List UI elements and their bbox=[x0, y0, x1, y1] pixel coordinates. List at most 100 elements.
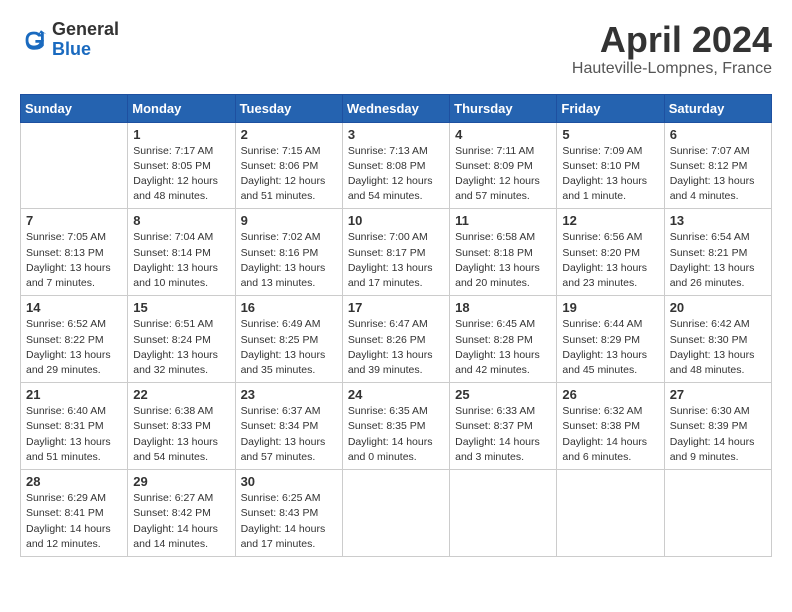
table-row: 23Sunrise: 6:37 AM Sunset: 8:34 PM Dayli… bbox=[235, 383, 342, 470]
title-area: April 2024 Hauteville-Lompnes, France bbox=[572, 20, 772, 78]
day-number: 8 bbox=[133, 213, 229, 228]
location-title: Hauteville-Lompnes, France bbox=[572, 60, 772, 78]
day-info: Sunrise: 6:52 AM Sunset: 8:22 PM Dayligh… bbox=[26, 317, 122, 378]
header: General Blue April 2024 Hauteville-Lompn… bbox=[20, 20, 772, 78]
day-number: 28 bbox=[26, 474, 122, 489]
day-info: Sunrise: 6:51 AM Sunset: 8:24 PM Dayligh… bbox=[133, 317, 229, 378]
day-info: Sunrise: 6:29 AM Sunset: 8:41 PM Dayligh… bbox=[26, 491, 122, 552]
day-number: 26 bbox=[562, 387, 658, 402]
day-number: 22 bbox=[133, 387, 229, 402]
table-row: 5 Sunrise: 7:09 AM Sunset: 8:10 PM Daylig… bbox=[557, 122, 664, 209]
col-thursday: Thursday bbox=[450, 94, 557, 122]
table-row: 22 Sunrise: 6:38 AM Sunset: 8:33 PM Dayli… bbox=[128, 383, 235, 470]
col-tuesday: Tuesday bbox=[235, 94, 342, 122]
day-number: 20 bbox=[670, 300, 766, 315]
table-row: 30 Sunrise: 6:25 AM Sunset: 8:43 PM Dayli… bbox=[235, 470, 342, 557]
col-saturday: Saturday bbox=[664, 94, 771, 122]
day-info: Sunrise: 6:47 AM Sunset: 8:26 PM Dayligh… bbox=[348, 317, 444, 378]
day-number: 30 bbox=[241, 474, 337, 489]
table-row: 27 Sunrise: 6:30 AM Sunset: 8:39 PM Dayli… bbox=[664, 383, 771, 470]
table-row bbox=[21, 122, 128, 209]
day-number: 1 bbox=[133, 127, 229, 142]
day-info: Sunrise: 6:45 AM Sunset: 8:28 PM Dayligh… bbox=[455, 317, 551, 378]
table-row: 15Sunrise: 6:51 AM Sunset: 8:24 PM Dayli… bbox=[128, 296, 235, 383]
table-row: 17 Sunrise: 6:47 AM Sunset: 8:26 PM Dayli… bbox=[342, 296, 449, 383]
table-row: 4Sunrise: 7:11 AM Sunset: 8:09 PM Daylig… bbox=[450, 122, 557, 209]
day-number: 6 bbox=[670, 127, 766, 142]
logo-icon bbox=[20, 26, 48, 54]
day-number: 7 bbox=[26, 213, 122, 228]
table-row: 8 Sunrise: 7:04 AM Sunset: 8:14 PM Daylig… bbox=[128, 209, 235, 296]
table-row bbox=[342, 470, 449, 557]
day-info: Sunrise: 7:13 AM Sunset: 8:08 PM Dayligh… bbox=[348, 144, 444, 205]
day-number: 25 bbox=[455, 387, 551, 402]
col-friday: Friday bbox=[557, 94, 664, 122]
day-info: Sunrise: 6:42 AM Sunset: 8:30 PM Dayligh… bbox=[670, 317, 766, 378]
calendar-week-row: 14 Sunrise: 6:52 AM Sunset: 8:22 PM Dayli… bbox=[21, 296, 772, 383]
table-row: 2 Sunrise: 7:15 AM Sunset: 8:06 PM Daylig… bbox=[235, 122, 342, 209]
day-number: 10 bbox=[348, 213, 444, 228]
table-row: 3 Sunrise: 7:13 AM Sunset: 8:08 PM Daylig… bbox=[342, 122, 449, 209]
day-number: 24 bbox=[348, 387, 444, 402]
day-number: 29 bbox=[133, 474, 229, 489]
table-row: 25 Sunrise: 6:33 AM Sunset: 8:37 PM Dayli… bbox=[450, 383, 557, 470]
day-number: 19 bbox=[562, 300, 658, 315]
day-number: 11 bbox=[455, 213, 551, 228]
day-number: 5 bbox=[562, 127, 658, 142]
table-row: 28 Sunrise: 6:29 AM Sunset: 8:41 PM Dayli… bbox=[21, 470, 128, 557]
col-sunday: Sunday bbox=[21, 94, 128, 122]
table-row: 10 Sunrise: 7:00 AM Sunset: 8:17 PM Dayli… bbox=[342, 209, 449, 296]
table-row: 16 Sunrise: 6:49 AM Sunset: 8:25 PM Dayli… bbox=[235, 296, 342, 383]
day-info: Sunrise: 7:07 AM Sunset: 8:12 PM Dayligh… bbox=[670, 144, 766, 205]
table-row: 6 Sunrise: 7:07 AM Sunset: 8:12 PM Daylig… bbox=[664, 122, 771, 209]
day-info: Sunrise: 7:17 AM Sunset: 8:05 PM Dayligh… bbox=[133, 144, 229, 205]
day-number: 3 bbox=[348, 127, 444, 142]
day-info: Sunrise: 7:15 AM Sunset: 8:06 PM Dayligh… bbox=[241, 144, 337, 205]
day-number: 27 bbox=[670, 387, 766, 402]
table-row: 14 Sunrise: 6:52 AM Sunset: 8:22 PM Dayli… bbox=[21, 296, 128, 383]
table-row: 18 Sunrise: 6:45 AM Sunset: 8:28 PM Dayli… bbox=[450, 296, 557, 383]
calendar-week-row: 28 Sunrise: 6:29 AM Sunset: 8:41 PM Dayli… bbox=[21, 470, 772, 557]
day-info: Sunrise: 7:05 AM Sunset: 8:13 PM Dayligh… bbox=[26, 230, 122, 291]
day-info: Sunrise: 6:35 AM Sunset: 8:35 PM Dayligh… bbox=[348, 404, 444, 465]
day-number: 4 bbox=[455, 127, 551, 142]
logo-blue: Blue bbox=[52, 39, 91, 59]
day-info: Sunrise: 7:00 AM Sunset: 8:17 PM Dayligh… bbox=[348, 230, 444, 291]
table-row: 12Sunrise: 6:56 AM Sunset: 8:20 PM Dayli… bbox=[557, 209, 664, 296]
table-row: 1 Sunrise: 7:17 AM Sunset: 8:05 PM Daylig… bbox=[128, 122, 235, 209]
col-wednesday: Wednesday bbox=[342, 94, 449, 122]
day-info: Sunrise: 6:25 AM Sunset: 8:43 PM Dayligh… bbox=[241, 491, 337, 552]
logo: General Blue bbox=[20, 20, 119, 60]
day-info: Sunrise: 6:54 AM Sunset: 8:21 PM Dayligh… bbox=[670, 230, 766, 291]
day-info: Sunrise: 6:30 AM Sunset: 8:39 PM Dayligh… bbox=[670, 404, 766, 465]
day-info: Sunrise: 6:44 AM Sunset: 8:29 PM Dayligh… bbox=[562, 317, 658, 378]
day-info: Sunrise: 6:32 AM Sunset: 8:38 PM Dayligh… bbox=[562, 404, 658, 465]
calendar: Sunday Monday Tuesday Wednesday Thursday… bbox=[20, 94, 772, 557]
table-row bbox=[664, 470, 771, 557]
table-row: 19 Sunrise: 6:44 AM Sunset: 8:29 PM Dayli… bbox=[557, 296, 664, 383]
table-row: 7 Sunrise: 7:05 AM Sunset: 8:13 PM Daylig… bbox=[21, 209, 128, 296]
day-number: 2 bbox=[241, 127, 337, 142]
table-row: 13Sunrise: 6:54 AM Sunset: 8:21 PM Dayli… bbox=[664, 209, 771, 296]
day-info: Sunrise: 6:38 AM Sunset: 8:33 PM Dayligh… bbox=[133, 404, 229, 465]
day-info: Sunrise: 6:27 AM Sunset: 8:42 PM Dayligh… bbox=[133, 491, 229, 552]
day-number: 14 bbox=[26, 300, 122, 315]
day-number: 17 bbox=[348, 300, 444, 315]
day-number: 16 bbox=[241, 300, 337, 315]
day-number: 9 bbox=[241, 213, 337, 228]
day-info: Sunrise: 6:56 AM Sunset: 8:20 PM Dayligh… bbox=[562, 230, 658, 291]
table-row: 9Sunrise: 7:02 AM Sunset: 8:16 PM Daylig… bbox=[235, 209, 342, 296]
calendar-header-row: Sunday Monday Tuesday Wednesday Thursday… bbox=[21, 94, 772, 122]
table-row bbox=[557, 470, 664, 557]
table-row: 21Sunrise: 6:40 AM Sunset: 8:31 PM Dayli… bbox=[21, 383, 128, 470]
day-info: Sunrise: 6:37 AM Sunset: 8:34 PM Dayligh… bbox=[241, 404, 337, 465]
table-row: 29 Sunrise: 6:27 AM Sunset: 8:42 PM Dayli… bbox=[128, 470, 235, 557]
day-number: 18 bbox=[455, 300, 551, 315]
calendar-week-row: 21Sunrise: 6:40 AM Sunset: 8:31 PM Dayli… bbox=[21, 383, 772, 470]
logo-general: General bbox=[52, 19, 119, 39]
day-number: 21 bbox=[26, 387, 122, 402]
day-info: Sunrise: 6:49 AM Sunset: 8:25 PM Dayligh… bbox=[241, 317, 337, 378]
day-info: Sunrise: 6:33 AM Sunset: 8:37 PM Dayligh… bbox=[455, 404, 551, 465]
day-info: Sunrise: 7:09 AM Sunset: 8:10 PM Dayligh… bbox=[562, 144, 658, 205]
day-info: Sunrise: 7:04 AM Sunset: 8:14 PM Dayligh… bbox=[133, 230, 229, 291]
